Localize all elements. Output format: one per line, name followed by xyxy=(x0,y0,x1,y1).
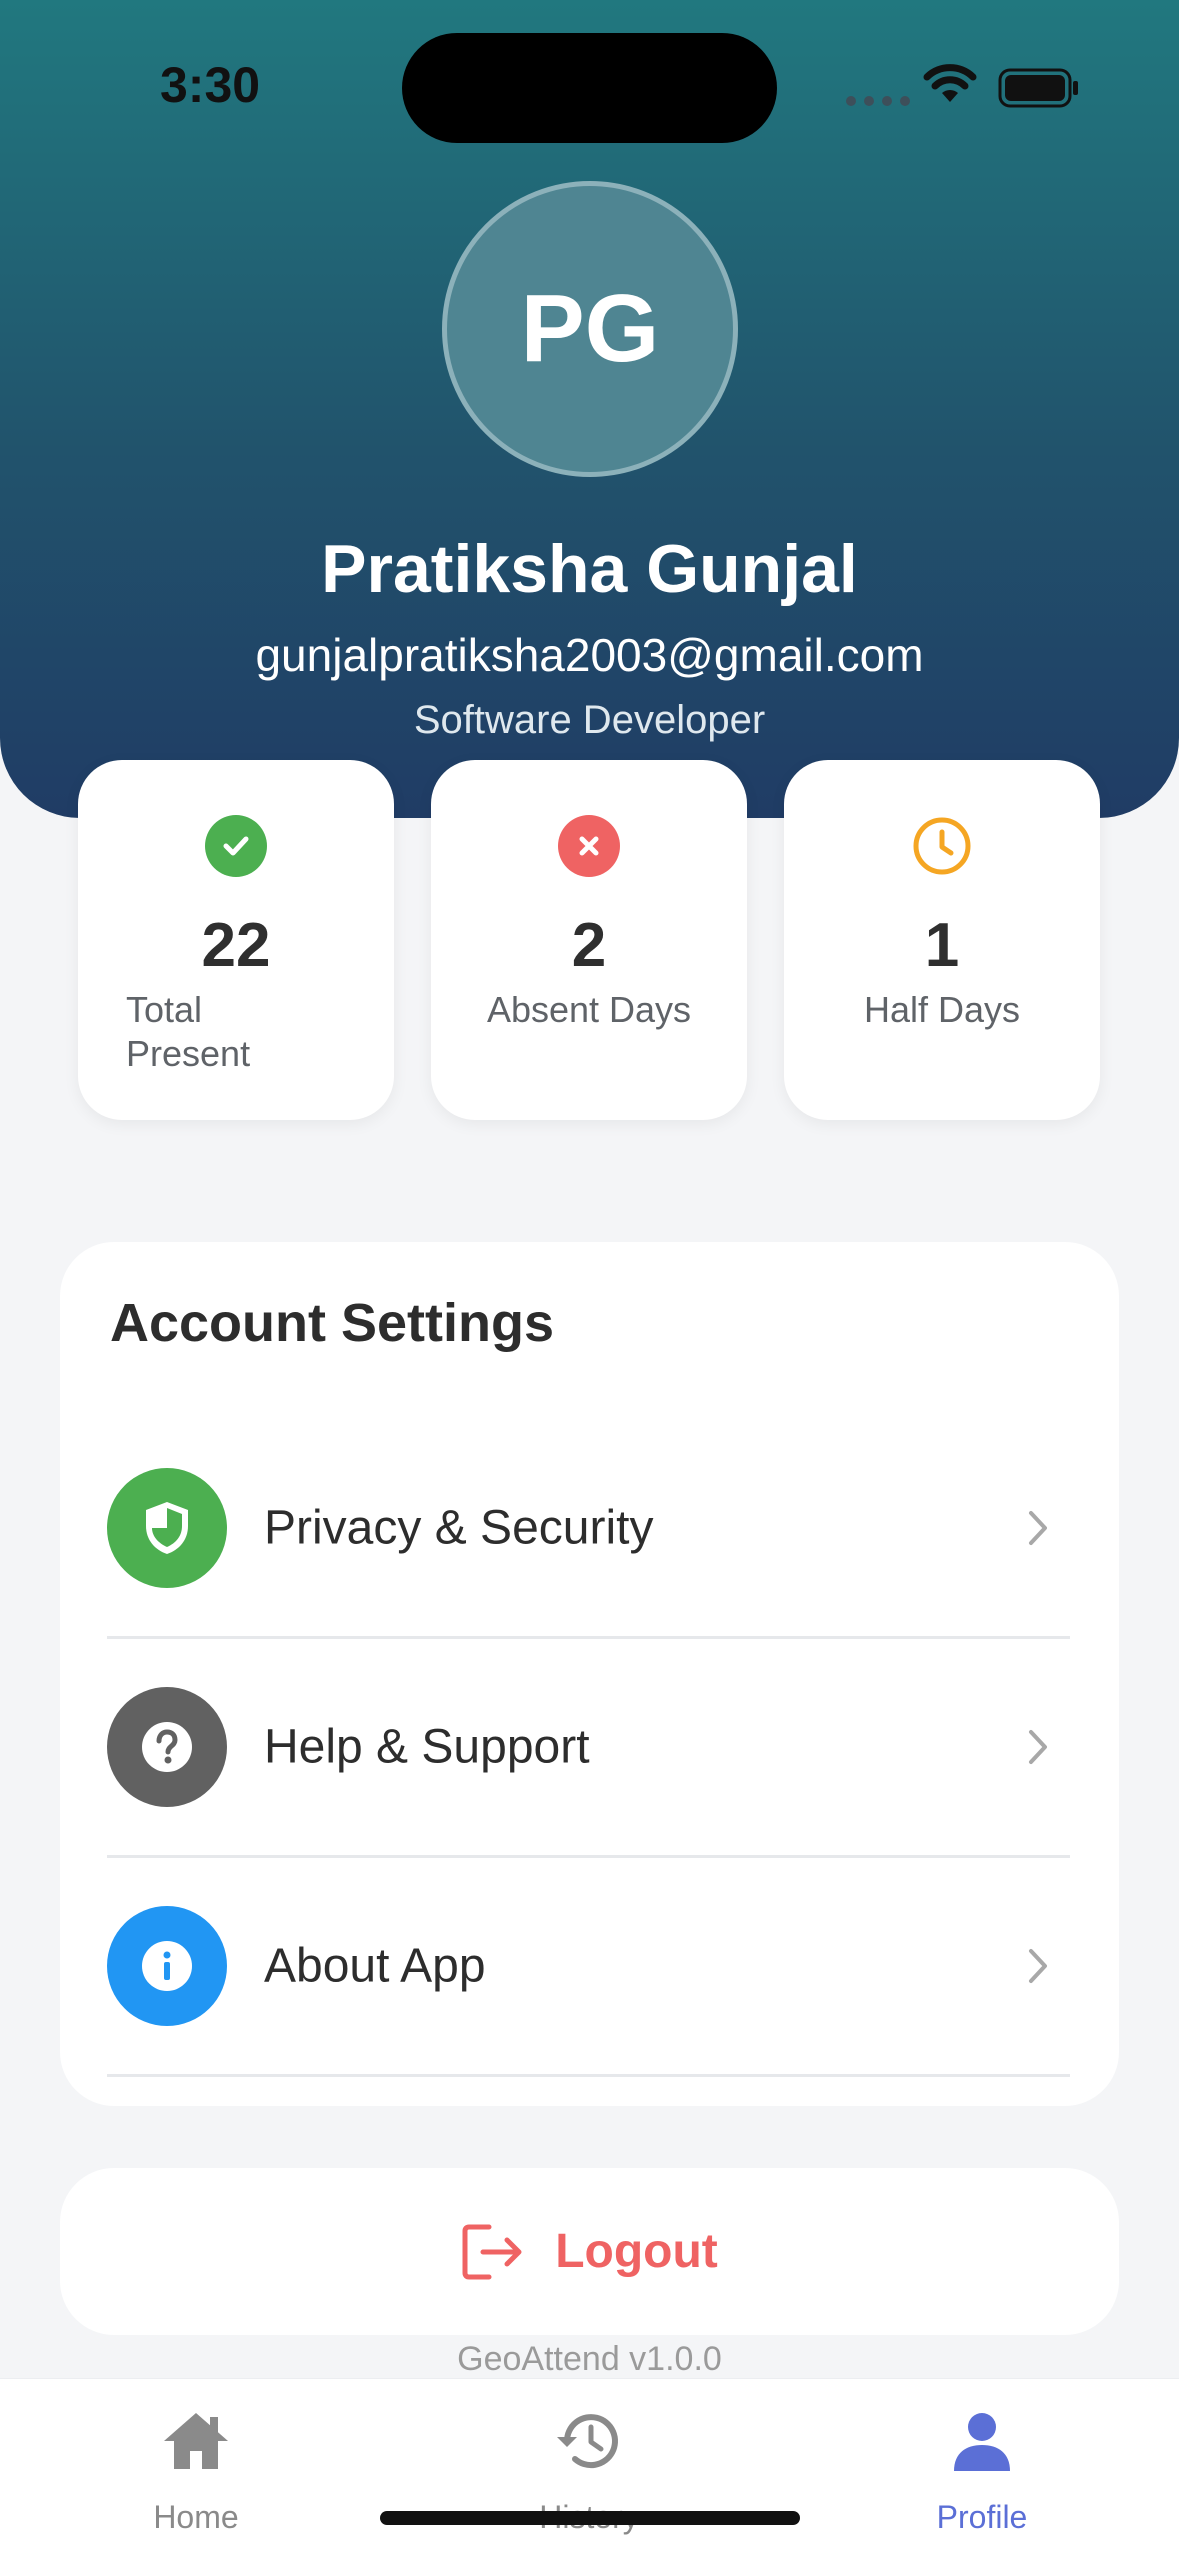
status-time: 3:30 xyxy=(160,57,261,113)
stat-label: Absent Days xyxy=(486,989,692,1030)
question-icon xyxy=(107,1687,227,1807)
account-settings-title: Account Settings xyxy=(110,1293,555,1353)
logout-button[interactable]: Logout xyxy=(60,2168,1119,2335)
chevron-right-icon xyxy=(1029,1511,1047,1545)
tab-label: Home xyxy=(153,2499,239,2535)
stat-card-total-present: 22 Total Present xyxy=(78,760,394,1120)
shield-icon xyxy=(107,1468,227,1588)
cellular-signal-icon xyxy=(846,96,910,106)
chevron-right-icon xyxy=(1029,1730,1047,1764)
tab-bar: Home History Profile xyxy=(0,2378,1179,2556)
stat-value: 22 xyxy=(201,911,271,980)
home-indicator[interactable] xyxy=(380,2511,800,2525)
battery-icon xyxy=(998,68,1078,108)
tab-history[interactable]: History xyxy=(469,2379,709,2556)
profile-role: Software Developer xyxy=(413,698,766,742)
person-icon xyxy=(954,2413,1010,2471)
settings-item-help-support[interactable]: Help & Support xyxy=(107,1639,1070,1858)
chevron-right-icon xyxy=(1029,1949,1047,1983)
stat-label: Half Days xyxy=(863,989,1021,1030)
stat-value: 1 xyxy=(924,911,960,980)
clock-icon xyxy=(911,815,973,877)
app-version: GeoAttend v1.0.0 xyxy=(457,2340,722,2378)
dynamic-island xyxy=(402,33,777,143)
tab-profile[interactable]: Profile xyxy=(862,2379,1102,2556)
stat-card-half-days: 1 Half Days xyxy=(784,760,1100,1120)
settings-item-privacy-security[interactable]: Privacy & Security xyxy=(107,1420,1070,1639)
settings-item-about-app[interactable]: About App xyxy=(107,1858,1070,2077)
logout-label: Logout xyxy=(555,2225,718,2278)
stat-card-absent-days: 2 Absent Days xyxy=(431,760,747,1120)
settings-item-label: About App xyxy=(264,1939,486,1993)
tab-label: Profile xyxy=(936,2499,1028,2535)
tab-home[interactable]: Home xyxy=(76,2379,316,2556)
avatar[interactable]: PG xyxy=(442,181,738,477)
x-circle-icon xyxy=(558,815,620,877)
settings-item-label: Help & Support xyxy=(264,1720,590,1774)
check-circle-icon xyxy=(205,815,267,877)
info-icon xyxy=(107,1906,227,2026)
settings-item-label: Privacy & Security xyxy=(264,1501,654,1555)
wifi-icon xyxy=(923,64,977,102)
profile-screen: 3:30 PG Pratiksha Gunjal gunjalpratiksha… xyxy=(0,0,1179,2556)
profile-name: Pratiksha Gunjal xyxy=(321,531,858,607)
profile-email: gunjalpratiksha2003@gmail.com xyxy=(255,629,924,681)
history-icon xyxy=(557,2414,618,2469)
home-icon xyxy=(164,2413,228,2469)
logout-icon xyxy=(462,2224,522,2279)
stat-label: Total Present xyxy=(126,989,251,1074)
stat-value: 2 xyxy=(571,911,607,980)
account-settings-card: Account Settings Privacy & Security Help… xyxy=(60,1242,1119,2106)
profile-header: 3:30 PG Pratiksha Gunjal gunjalpratiksha… xyxy=(0,0,1179,818)
